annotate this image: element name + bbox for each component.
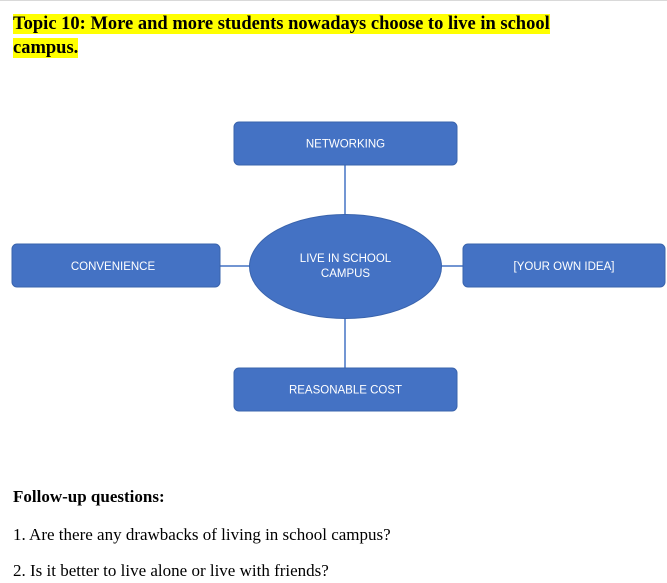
node-convenience-label: CONVENIENCE — [71, 261, 156, 273]
mind-map-diagram: NETWORKING CONVENIENCE [YOUR OWN IDEA] R… — [11, 121, 666, 412]
followup-question-1: 1. Are there any drawbacks of living in … — [13, 525, 391, 544]
node-networking-label: NETWORKING — [306, 139, 385, 151]
node-your-own-idea-label: [YOUR OWN IDEA] — [514, 261, 615, 273]
node-reasonable-cost-label: REASONABLE COST — [289, 385, 402, 397]
topic-title: Topic 10: More and more students nowaday… — [13, 12, 633, 60]
node-convenience: CONVENIENCE — [11, 243, 221, 288]
topic-title-line1: Topic 10: More and more students nowaday… — [13, 14, 550, 34]
top-rule — [0, 0, 667, 1]
node-networking: NETWORKING — [233, 121, 458, 166]
node-center-label-line2: CAMPUS — [321, 268, 371, 280]
node-your-own-idea: [YOUR OWN IDEA] — [462, 243, 666, 288]
followup-heading: Follow-up questions: — [13, 487, 165, 506]
node-center-label-line1: LIVE IN SCHOOL — [300, 253, 392, 265]
followup-question-2: 2. Is it better to live alone or live wi… — [13, 561, 329, 580]
node-center: LIVE IN SCHOOL CAMPUS — [249, 214, 442, 319]
node-reasonable-cost: REASONABLE COST — [233, 367, 458, 412]
topic-title-line2: campus. — [13, 38, 79, 58]
